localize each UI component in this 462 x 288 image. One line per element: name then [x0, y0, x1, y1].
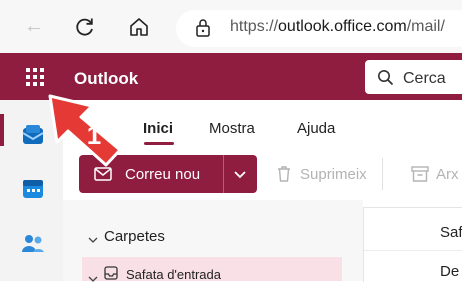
message-list-row[interactable]: De [440, 263, 459, 280]
inbox-icon [104, 266, 118, 285]
people-app-icon[interactable] [20, 232, 46, 254]
search-placeholder: Cerca [403, 70, 446, 87]
tab-ajuda[interactable]: Ajuda [297, 120, 335, 137]
archive-icon[interactable] [411, 166, 429, 187]
split-button-divider [223, 155, 224, 193]
folders-header[interactable]: Carpetes [104, 228, 165, 245]
waffle-icon [25, 67, 45, 87]
command-divider [382, 158, 383, 190]
divider [364, 250, 462, 251]
chevron-down-icon[interactable] [88, 231, 98, 249]
new-mail-label: Correu nou [125, 166, 201, 183]
rail-selection-indicator [0, 114, 4, 146]
back-icon[interactable]: ← [24, 16, 44, 36]
active-tab-indicator [144, 142, 174, 145]
step-number: 1 [86, 120, 102, 150]
search-icon [377, 69, 394, 91]
trash-icon[interactable] [276, 165, 292, 188]
reload-icon[interactable] [74, 16, 96, 43]
delete-label[interactable]: Suprimeix [300, 166, 367, 183]
archive-label[interactable]: Arx [436, 166, 459, 183]
step-callout-arrow [26, 94, 126, 172]
tab-mostra[interactable]: Mostra [209, 120, 255, 137]
home-icon[interactable] [128, 16, 150, 43]
app-title: Outlook [74, 69, 139, 88]
chevron-down-icon[interactable] [88, 270, 98, 288]
url-text: https://outlook.office.com/mail/ [230, 18, 445, 35]
chevron-down-icon[interactable] [233, 168, 247, 186]
lock-icon[interactable] [195, 18, 211, 43]
message-list-header: Saf [440, 224, 462, 241]
inbox-label: Safata d'entrada [126, 267, 221, 282]
tab-inici[interactable]: Inici [143, 120, 173, 137]
calendar-app-icon[interactable] [20, 178, 46, 200]
